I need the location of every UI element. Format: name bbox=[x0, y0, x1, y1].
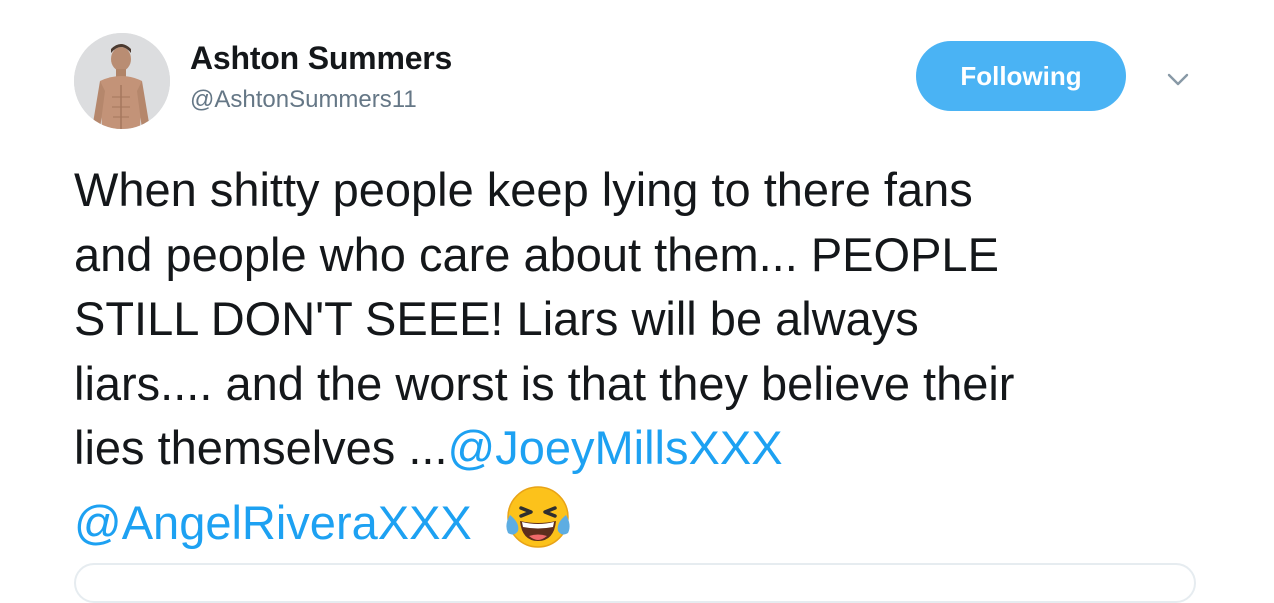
avatar[interactable] bbox=[74, 33, 170, 129]
laughing-crying-emoji-icon bbox=[502, 481, 574, 553]
tweet-text-line: lies themselves ...@JoeyMillsXXX bbox=[74, 416, 1234, 481]
tweet-text-line: STILL DON'T SEEE! Liars will be always bbox=[74, 292, 919, 345]
mention-link-joey[interactable]: @JoeyMillsXXX bbox=[448, 421, 783, 474]
following-button[interactable]: Following bbox=[916, 41, 1126, 111]
tweet-text-line: When shitty people keep lying to there f… bbox=[74, 163, 973, 216]
tweet-text-line: and people who care about them... PEOPLE bbox=[74, 227, 999, 281]
author-handle[interactable]: @AshtonSummers11 bbox=[190, 86, 417, 114]
tweet-text-line: @AngelRiveraXXX bbox=[74, 481, 1234, 556]
mention-link-angel[interactable]: @AngelRiveraXXX bbox=[74, 496, 472, 549]
chevron-down-icon[interactable] bbox=[1164, 66, 1192, 94]
tweet-text-line: liars.... and the worst is that they bel… bbox=[74, 356, 1015, 410]
tweet-text: When shitty people keep lying to there f… bbox=[74, 158, 1234, 555]
tweet-text-segment: lies themselves ... bbox=[74, 421, 448, 474]
author-name[interactable]: Ashton Summers bbox=[190, 40, 452, 77]
avatar-photo bbox=[74, 33, 170, 129]
quoted-card[interactable] bbox=[74, 563, 1196, 603]
tweet: Ashton Summers @AshtonSummers11 Followin… bbox=[0, 0, 1274, 603]
